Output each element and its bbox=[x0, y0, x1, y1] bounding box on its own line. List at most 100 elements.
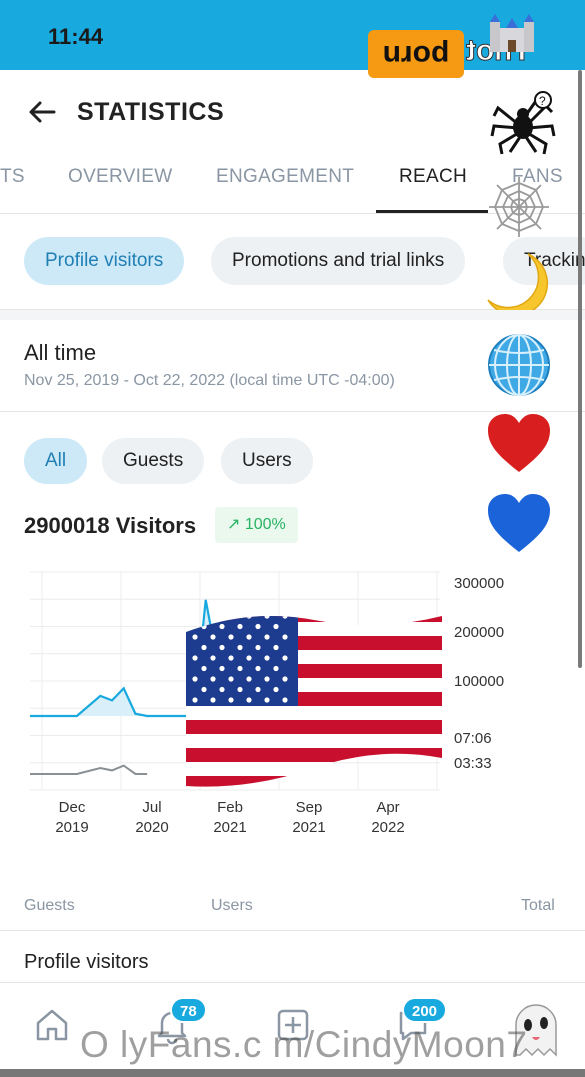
section-divider bbox=[0, 310, 585, 320]
flag-star bbox=[282, 634, 288, 640]
flag-star bbox=[246, 655, 252, 661]
us-flag-icon bbox=[186, 616, 442, 787]
chip-profile-visitors[interactable]: Profile visitors bbox=[24, 237, 185, 285]
flag-star bbox=[246, 616, 252, 619]
status-bar: 11:44 porn Thot bbox=[0, 0, 585, 78]
col-users: Users bbox=[211, 897, 253, 914]
flag-star bbox=[282, 655, 288, 661]
chip-promotions[interactable]: Promotions and trial links bbox=[211, 237, 466, 285]
flag-star bbox=[237, 644, 243, 651]
filter-users[interactable]: Users bbox=[221, 438, 313, 484]
tab-engagement[interactable]: ENGAGEMENT bbox=[216, 166, 354, 188]
flag-star bbox=[219, 665, 225, 672]
x-tick-label: Jul 2020 bbox=[135, 799, 169, 836]
flag-star bbox=[192, 655, 198, 661]
flag-star bbox=[210, 634, 216, 640]
blue-heart-icon bbox=[488, 494, 550, 552]
flag-star bbox=[237, 665, 243, 672]
flag-star bbox=[201, 665, 207, 672]
app-header: STATISTICS ? bbox=[0, 70, 585, 155]
filter-all[interactable]: All bbox=[24, 438, 88, 484]
flag-star bbox=[255, 665, 261, 672]
flag-star bbox=[282, 676, 288, 682]
bottom-strip bbox=[0, 1069, 585, 1077]
y-tick-label: 100000 bbox=[454, 673, 505, 690]
x-tick-label: Feb 2021 bbox=[213, 799, 247, 836]
home-icon[interactable] bbox=[32, 1005, 72, 1045]
flag-star bbox=[192, 697, 198, 703]
notifications-badge: 78 bbox=[170, 997, 207, 1023]
y-tick-label: 03:33 bbox=[454, 755, 492, 772]
visitors-chart: 300000 200000 100000 07:06 03:33 Dec 2019… bbox=[0, 560, 585, 850]
status-time: 11:44 bbox=[48, 24, 104, 49]
flag-star bbox=[273, 623, 279, 630]
flag-star bbox=[273, 686, 279, 693]
profile-visitors-row-label: Profile visitors bbox=[24, 951, 149, 973]
filter-guests[interactable]: Guests bbox=[102, 438, 205, 484]
flag-star bbox=[264, 655, 270, 661]
tab-overview[interactable]: OVERVIEW bbox=[68, 166, 172, 188]
flag-star bbox=[273, 644, 279, 651]
col-guests: Guests bbox=[24, 897, 75, 914]
flag-star bbox=[210, 616, 216, 619]
flag-star bbox=[219, 623, 225, 630]
flag-star bbox=[264, 676, 270, 682]
flag-star bbox=[219, 644, 225, 651]
reach-chips: Profile visitors Promotions and trial li… bbox=[0, 214, 585, 317]
red-heart-icon bbox=[488, 414, 550, 472]
table-header: Guests Users Total bbox=[0, 895, 585, 931]
stats-tabs: TS OVERVIEW ENGAGEMENT REACH FANS bbox=[0, 152, 585, 237]
y-tick-label: 07:06 bbox=[454, 730, 492, 747]
flag-star bbox=[228, 634, 234, 640]
visitors-count: 2900018 Visitors bbox=[24, 513, 197, 538]
period-range: Nov 25, 2019 - Oct 22, 2022 (local time … bbox=[24, 372, 395, 389]
flag-star bbox=[210, 676, 216, 682]
flag-star bbox=[228, 616, 234, 619]
flag-star bbox=[192, 616, 198, 619]
y-tick-label: 200000 bbox=[454, 624, 505, 641]
scrollbar[interactable] bbox=[578, 70, 582, 668]
flag-star bbox=[201, 623, 207, 630]
flag-star bbox=[255, 644, 261, 651]
flag-star bbox=[228, 697, 234, 703]
messages-badge: 200 bbox=[402, 997, 448, 1023]
svg-text:?: ? bbox=[539, 94, 546, 108]
page-title: STATISTICS bbox=[77, 98, 225, 126]
flag-star bbox=[264, 616, 270, 619]
y-tick-label: 300000 bbox=[454, 575, 505, 592]
castle-icon bbox=[490, 14, 534, 52]
tab-statements[interactable]: TS bbox=[0, 166, 25, 188]
x-tick-label: Sep 2021 bbox=[292, 799, 326, 836]
flag-star bbox=[228, 676, 234, 682]
flag-star bbox=[255, 686, 261, 693]
flag-star bbox=[210, 697, 216, 703]
flag-star bbox=[210, 655, 216, 661]
flag-star bbox=[246, 676, 252, 682]
flag-star bbox=[192, 634, 198, 640]
flag-star bbox=[282, 616, 288, 619]
flag-star bbox=[192, 676, 198, 682]
tab-reach[interactable]: REACH bbox=[399, 166, 467, 188]
x-tick-label: Dec 2019 bbox=[55, 799, 89, 836]
col-total: Total bbox=[521, 897, 555, 914]
flag-star bbox=[219, 686, 225, 693]
active-tab-indicator bbox=[376, 210, 488, 213]
arrow-left-icon[interactable] bbox=[24, 94, 60, 130]
flag-star bbox=[264, 634, 270, 640]
trend-up-icon: ↗ bbox=[227, 516, 241, 533]
flag-star bbox=[201, 644, 207, 651]
flag-star bbox=[273, 665, 279, 672]
x-tick-label: Apr 2022 bbox=[371, 799, 405, 836]
watermark: O lyFans.c m/CindyMoon7 bbox=[80, 1024, 528, 1065]
flag-star bbox=[237, 623, 243, 630]
growth-badge: ↗ 100% bbox=[215, 507, 298, 543]
period-selector[interactable]: All time Nov 25, 2019 - Oct 22, 2022 (lo… bbox=[0, 320, 585, 412]
flag-star bbox=[201, 686, 207, 693]
flag-star bbox=[246, 697, 252, 703]
flag-star bbox=[264, 697, 270, 703]
flag-star bbox=[228, 655, 234, 661]
period-title: All time bbox=[24, 340, 97, 365]
globe-icon bbox=[488, 334, 550, 396]
spider-icon: ? bbox=[490, 91, 556, 155]
growth-value: 100% bbox=[244, 516, 286, 533]
